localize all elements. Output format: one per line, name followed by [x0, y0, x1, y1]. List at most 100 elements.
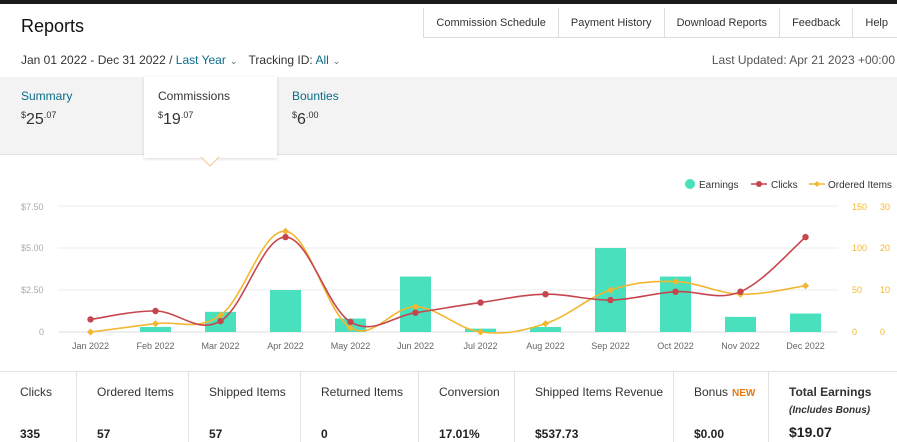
nav-payment-history[interactable]: Payment History — [558, 8, 665, 38]
legend-earnings[interactable]: Earnings — [685, 179, 738, 191]
ordered-items-point[interactable] — [282, 227, 289, 235]
legend-clicks-label: Clicks — [771, 180, 798, 191]
clicks-line — [90, 236, 807, 328]
y-left-tick-750: $7.50 — [21, 202, 44, 212]
x-tick-label: Jul 2022 — [463, 341, 497, 351]
page-title: Reports — [21, 16, 85, 36]
clicks-point[interactable] — [347, 318, 354, 326]
nav-help[interactable]: Help — [853, 8, 897, 38]
stat-returned-items: Returned Items 0 — [301, 372, 419, 442]
y-left-tick-250: $2.50 — [21, 285, 44, 295]
x-tick-label: Jan 2022 — [72, 341, 109, 351]
y-right-items-tick-0: 0 — [880, 327, 885, 337]
stat-label: Shipped Items — [209, 385, 286, 399]
stats-row: Clicks 335 Ordered Items 57 Shipped Item… — [0, 371, 897, 442]
stat-value: 57 — [97, 427, 111, 441]
chart-lines — [87, 227, 809, 336]
ordered-items-point[interactable] — [87, 328, 94, 336]
new-badge: NEW — [732, 388, 756, 399]
x-tick-label: Feb 2022 — [136, 341, 174, 351]
legend-ordered-marker — [814, 181, 820, 187]
clicks-point[interactable] — [87, 316, 94, 323]
y-right-clicks-tick-0: 0 — [852, 327, 857, 337]
chevron-down-icon[interactable]: ⌄ — [230, 56, 238, 66]
x-axis-labels: Jan 2022 Feb 2022 Mar 2022 Apr 2022 May 2022… — [72, 341, 825, 351]
tab-summary-label: Summary — [21, 89, 73, 103]
tracking-id-dropdown[interactable]: All — [315, 53, 328, 67]
clicks-point[interactable] — [802, 233, 809, 241]
top-nav: Commission Schedule Payment History Down… — [423, 8, 897, 38]
earnings-bar[interactable] — [270, 290, 301, 332]
chart-grid — [58, 205, 838, 333]
stat-shipped-revenue: Shipped Items Revenue $537.73 — [515, 372, 674, 442]
nav-download-reports[interactable]: Download Reports — [664, 8, 781, 38]
stat-label: Returned Items — [321, 385, 404, 399]
chart-legend: Earnings Clicks Ordered Items — [685, 179, 892, 191]
clicks-point[interactable] — [412, 309, 419, 316]
filter-bar: Jan 01 2022 - Dec 31 2022 / Last Year ⌄ T… — [21, 53, 348, 67]
stat-conversion: Conversion 17.01% — [419, 372, 515, 442]
stat-value: $537.73 — [535, 427, 579, 441]
tabs-band — [0, 77, 897, 155]
clicks-point[interactable] — [607, 296, 614, 304]
nav-commission-schedule[interactable]: Commission Schedule — [424, 8, 559, 38]
tab-commissions-label: Commissions — [158, 89, 231, 103]
ordered-items-point[interactable] — [802, 282, 809, 290]
x-tick-label: Jun 2022 — [397, 341, 434, 351]
legend-clicks-marker — [756, 181, 762, 187]
stat-clicks: Clicks 335 — [0, 372, 77, 442]
y-right-clicks-tick-50: 50 — [852, 285, 862, 295]
clicks-point[interactable] — [672, 288, 679, 295]
tab-commissions[interactable]: Commissions $19.07 — [158, 89, 230, 129]
y-left-tick-500: $5.00 — [21, 243, 44, 253]
clicks-point[interactable] — [217, 317, 224, 325]
clicks-point[interactable] — [477, 299, 484, 306]
x-tick-label: Mar 2022 — [201, 341, 239, 351]
stat-bonus: Bonus NEW $0.00 — [674, 372, 769, 442]
chevron-down-icon[interactable]: ⌄ — [333, 56, 341, 66]
tab-summary[interactable]: Summary $25.07 — [21, 89, 72, 129]
stat-value: 57 — [209, 427, 223, 441]
legend-clicks[interactable]: Clicks — [751, 180, 798, 191]
tab-bounties-label: Bounties — [292, 89, 339, 103]
y-right-items-tick-10: 10 — [880, 285, 890, 295]
active-tab-caret-icon — [200, 156, 220, 167]
clicks-point[interactable] — [542, 291, 549, 298]
stat-sublabel: (Includes Bonus) — [789, 405, 871, 416]
stat-value: 17.01% — [439, 427, 480, 441]
stat-label: Total Earnings — [789, 385, 872, 399]
clicks-point[interactable] — [282, 233, 289, 241]
period-dropdown[interactable]: Last Year — [176, 53, 226, 67]
legend-earnings-label: Earnings — [699, 180, 738, 191]
clicks-point[interactable] — [152, 307, 159, 315]
y-right-clicks-tick-100: 100 — [852, 243, 867, 253]
earnings-bar[interactable] — [725, 316, 756, 332]
stat-label: Bonus NEW — [694, 385, 756, 399]
legend-ordered-label: Ordered Items — [828, 180, 892, 191]
nav-feedback[interactable]: Feedback — [780, 8, 854, 38]
stat-value: $19.07 — [789, 424, 832, 440]
stat-value: 335 — [20, 427, 41, 441]
earnings-bar[interactable] — [790, 313, 821, 332]
tab-summary-value: $25.07 — [21, 110, 57, 128]
clicks-point[interactable] — [737, 288, 744, 295]
stat-label: Ordered Items — [97, 385, 174, 399]
chart-axes: $7.50 $5.00 $2.50 0 150 100 50 0 30 20 1… — [21, 202, 890, 337]
stat-ordered-items: Ordered Items 57 — [77, 372, 189, 442]
ordered-items-point[interactable] — [152, 320, 159, 328]
x-tick-label: Dec 2022 — [786, 341, 825, 351]
reports-page: Reports Commission Schedule Payment Hist… — [0, 0, 897, 442]
x-tick-label: Aug 2022 — [526, 341, 565, 351]
y-right-items-tick-30: 30 — [880, 202, 890, 212]
stat-value: $0.00 — [694, 427, 725, 441]
ordered-items-point[interactable] — [542, 320, 549, 328]
stat-value: 0 — [321, 427, 328, 441]
y-left-tick-0: 0 — [39, 327, 44, 337]
x-tick-label: May 2022 — [331, 341, 371, 351]
tab-bounties[interactable]: Bounties $6.00 — [292, 89, 339, 129]
tab-commissions-value: $19.07 — [158, 110, 194, 128]
earnings-bar[interactable] — [140, 326, 171, 332]
x-tick-label: Oct 2022 — [657, 341, 694, 351]
date-range-label: Jan 01 2022 - Dec 31 2022 / — [21, 53, 173, 67]
legend-ordered-items[interactable]: Ordered Items — [809, 180, 892, 191]
